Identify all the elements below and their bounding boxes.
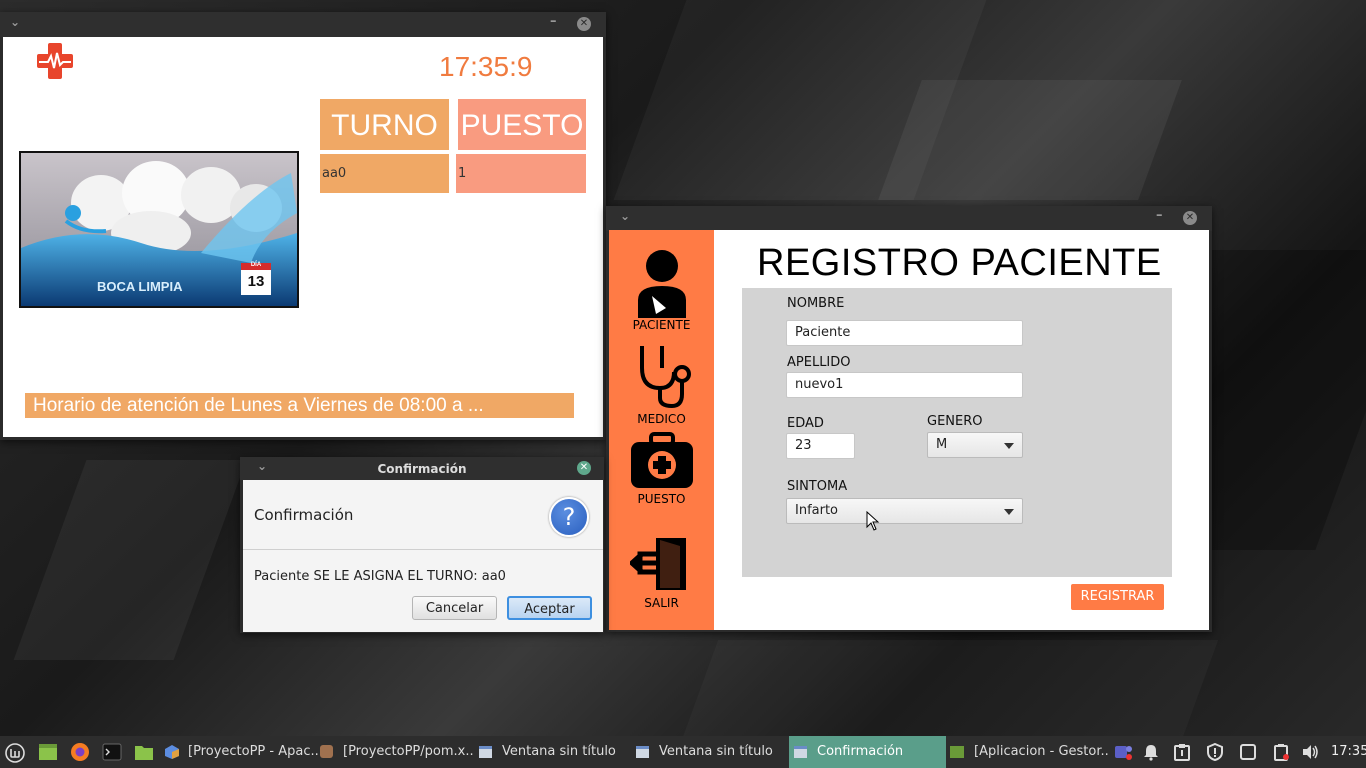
- sidebar-item-medico[interactable]: MEDICO: [609, 342, 714, 426]
- turn-display-window: ⌄ – ✕ 17:35:9 TURNO PUESTO aa0 1 BOCA LI…: [0, 12, 606, 440]
- sidebar: PACIENTE MEDICO PUESTO SALIR: [609, 230, 714, 630]
- task-label: [ProyectoPP - Apac...: [188, 744, 323, 759]
- edad-field[interactable]: 23: [786, 433, 855, 459]
- video-caption: BOCA LIMPIA: [97, 279, 183, 294]
- workspace-icon[interactable]: [1239, 743, 1257, 761]
- display-content: 17:35:9 TURNO PUESTO aa0 1 BOCA LIMPIA D…: [3, 37, 603, 437]
- video-player[interactable]: BOCA LIMPIA DÍA 13: [19, 151, 299, 308]
- taskbar-item-netbeans[interactable]: [ProyectoPP - Apac...: [188, 736, 336, 768]
- apellido-field[interactable]: nuevo1: [786, 372, 1023, 398]
- editor-icon: [320, 745, 333, 758]
- sidebar-item-paciente[interactable]: PACIENTE: [609, 248, 714, 332]
- window-icon: [794, 745, 807, 758]
- app-cube-icon[interactable]: [164, 744, 180, 760]
- puesto-cell: 1: [456, 154, 586, 193]
- register-content: PACIENTE MEDICO PUESTO SALIR REGISTRO PA…: [609, 230, 1209, 630]
- taskbar-item-confirmacion[interactable]: Confirmación: [789, 736, 946, 768]
- mouse-cursor-icon: [866, 511, 880, 531]
- hospital-logo-icon: [37, 43, 73, 79]
- taskbar-item-window2[interactable]: Ventana sin título: [636, 736, 786, 768]
- genero-select[interactable]: M: [927, 432, 1023, 458]
- dialog-content: Confirmación ? Paciente SE LE ASIGNA EL …: [243, 480, 603, 632]
- dialog-message: Paciente SE LE ASIGNA EL TURNO: aa0: [254, 569, 506, 584]
- folder-icon: [950, 745, 964, 758]
- cancel-button[interactable]: Cancelar: [412, 596, 497, 620]
- notification-bell-icon[interactable]: [1142, 743, 1160, 761]
- edad-label: EDAD: [787, 416, 824, 431]
- confirmation-dialog: ⌄ Confirmación ✕ Confirmación ? Paciente…: [240, 457, 604, 633]
- page-title: REGISTRO PACIENTE: [757, 242, 1162, 284]
- genero-value: M: [936, 437, 948, 452]
- files-icon[interactable]: [134, 743, 154, 761]
- question-icon: ?: [549, 497, 589, 537]
- teams-icon[interactable]: [1114, 743, 1132, 761]
- accept-button[interactable]: Aceptar: [507, 596, 592, 620]
- window-menu-icon[interactable]: ⌄: [10, 15, 20, 29]
- clipboard-icon[interactable]: [1173, 743, 1191, 761]
- sidebar-label: SALIR: [644, 596, 679, 610]
- taskbar-item-aplicacion[interactable]: [Aplicacion - Gestor...: [950, 736, 1110, 768]
- sidebar-label: PUESTO: [637, 492, 686, 506]
- firefox-icon[interactable]: [70, 742, 90, 762]
- sintoma-label: SINTOMA: [787, 479, 848, 494]
- schedule-ticker: Horario de atención de Lunes a Viernes d…: [25, 393, 574, 418]
- turno-header: TURNO: [320, 99, 449, 150]
- taskbar-clock[interactable]: 17:35: [1331, 736, 1366, 768]
- register-window: ⌄ – ✕ PACIENTE MEDICO PUESTO SALIR REGIS…: [606, 206, 1212, 632]
- task-label: Confirmación: [817, 744, 904, 759]
- sidebar-label: PACIENTE: [632, 318, 691, 332]
- window-titlebar[interactable]: ⌄ – ✕: [0, 12, 606, 37]
- sidebar-item-puesto[interactable]: PUESTO: [609, 432, 714, 506]
- dialog-window-title: Confirmación: [377, 462, 467, 476]
- nombre-field[interactable]: Paciente: [786, 320, 1023, 346]
- sidebar-label: MEDICO: [637, 412, 686, 426]
- minimize-icon[interactable]: –: [1156, 208, 1163, 223]
- sintoma-value: Infarto: [795, 503, 839, 518]
- window-menu-icon[interactable]: ⌄: [620, 209, 630, 223]
- genero-label: GENERO: [927, 414, 983, 429]
- close-icon[interactable]: ✕: [577, 17, 591, 31]
- dialog-header: Confirmación ?: [243, 480, 603, 550]
- close-icon[interactable]: ✕: [577, 461, 591, 475]
- task-label: [Aplicacion - Gestor...: [974, 744, 1110, 759]
- close-icon[interactable]: ✕: [1183, 211, 1197, 225]
- sidebar-item-salir[interactable]: SALIR: [609, 534, 714, 610]
- register-button[interactable]: REGISTRAR: [1071, 584, 1164, 610]
- battery-icon[interactable]: [1272, 743, 1290, 761]
- turno-cell: aa0: [320, 154, 449, 193]
- calendar-badge-label: DÍA: [250, 262, 262, 268]
- form-panel: NOMBRE Paciente APELLIDO nuevo1 EDAD 23 …: [742, 288, 1172, 577]
- task-label: Ventana sin título: [659, 744, 773, 759]
- chevron-down-icon: [1004, 509, 1014, 515]
- terminal-icon[interactable]: [102, 743, 122, 761]
- window-titlebar[interactable]: ⌄ – ✕: [606, 206, 1212, 231]
- patient-icon: [637, 250, 686, 318]
- taskbar-item-pom[interactable]: [ProyectoPP/pom.x...: [320, 736, 475, 768]
- window-icon: [479, 745, 492, 758]
- show-desktop-icon[interactable]: [38, 743, 58, 761]
- taskbar: [ProyectoPP - Apac... [ProyectoPP/pom.x.…: [0, 736, 1366, 768]
- shield-icon[interactable]: [1206, 743, 1224, 761]
- puesto-header: PUESTO: [458, 99, 586, 150]
- chevron-down-icon: [1004, 443, 1014, 449]
- menu-icon[interactable]: [5, 743, 25, 763]
- stethoscope-icon: [639, 346, 691, 408]
- minimize-icon[interactable]: –: [550, 14, 557, 29]
- dialog-titlebar[interactable]: ⌄ Confirmación ✕: [240, 457, 604, 480]
- dialog-header-title: Confirmación: [254, 506, 354, 524]
- exit-icon: [629, 538, 686, 590]
- task-label: [ProyectoPP/pom.x...: [343, 744, 475, 759]
- nombre-label: NOMBRE: [787, 296, 845, 311]
- calendar-badge: DÍA 13: [241, 262, 271, 295]
- task-label: Ventana sin título: [502, 744, 616, 759]
- calendar-badge-day: 13: [247, 273, 265, 290]
- display-clock: 17:35:9: [439, 51, 533, 82]
- medical-kit-icon: [630, 432, 693, 488]
- sintoma-select[interactable]: Infarto: [786, 498, 1023, 524]
- apellido-label: APELLIDO: [787, 355, 851, 370]
- window-icon: [636, 745, 649, 758]
- volume-icon[interactable]: [1301, 743, 1319, 761]
- taskbar-item-window1[interactable]: Ventana sin título: [479, 736, 629, 768]
